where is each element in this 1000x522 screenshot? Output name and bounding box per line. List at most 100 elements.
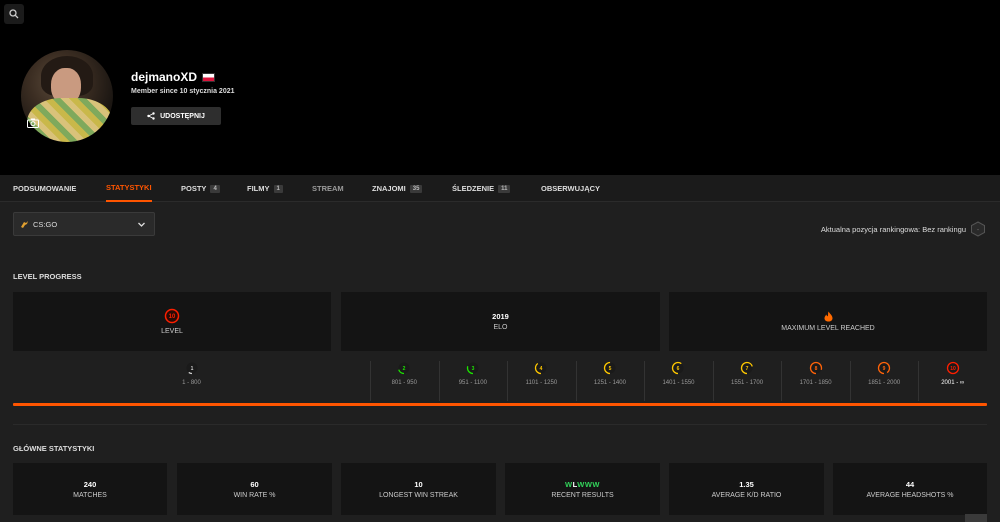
ranking-position: Aktualna pozycja rankingowa: Bez ranking…: [821, 221, 986, 237]
tab-badge: 11: [498, 184, 511, 193]
level-7-icon: 7: [740, 361, 754, 375]
tab-statystyki[interactable]: STATYSTYKI: [106, 175, 152, 202]
tab-podsumowanie[interactable]: PODSUMOWANIE: [13, 175, 76, 202]
camera-icon[interactable]: [27, 118, 39, 128]
share-button[interactable]: UDOSTĘPNIJ: [131, 107, 221, 125]
tab-badge: 1: [273, 184, 283, 193]
level-range: 1251 - 1400: [593, 380, 626, 386]
share-label: UDOSTĘPNIJ: [160, 112, 205, 120]
level-card-label: LEVEL: [161, 328, 183, 335]
stat-value: 1.35: [739, 479, 754, 489]
level-range: 1101 - 1250: [525, 380, 558, 386]
level-progress-bar: 1 1 - 800 2 801 - 950 3 951 - 1100 4 1101 - 125…: [13, 355, 987, 407]
tab-badge: 35: [409, 184, 423, 193]
level-card: 10 LEVEL: [13, 292, 331, 351]
ranking-text: Aktualna pozycja rankingowa: Bez ranking…: [820, 224, 966, 234]
result-win: W: [564, 479, 573, 489]
svg-text:10: 10: [169, 314, 176, 320]
recent-results-value: WLWWW: [565, 480, 600, 489]
stat-label: LONGEST WIN STREAK: [379, 491, 458, 499]
level-range: 1401 - 1550: [662, 380, 695, 386]
level-segment: 3 951 - 1100: [439, 361, 508, 401]
member-since: Member since 10 stycznia 2021: [131, 88, 235, 95]
stat-value: 44: [905, 479, 915, 489]
tab-sledzenie[interactable]: ŚLEDZENIE 11: [452, 175, 511, 202]
level-segment: 9 1851 - 2000: [850, 361, 919, 401]
result-win: W: [592, 479, 601, 489]
stat-card-headshots: 44 AVERAGE HEADSHOTS %: [833, 463, 987, 515]
stat-value: 240: [83, 479, 97, 489]
level-number: 2: [403, 366, 406, 372]
share-icon: [147, 112, 155, 120]
tab-obserwujacy[interactable]: OBSERWUJĄCY: [541, 175, 600, 202]
scrollbar-thumb[interactable]: [965, 514, 987, 522]
search-icon: [9, 9, 19, 19]
stat-label: MATCHES: [73, 491, 107, 499]
tab-label: STATYSTYKI: [106, 183, 152, 192]
stat-value: 60: [250, 479, 259, 489]
fire-icon: [824, 311, 832, 322]
stat-card-win-rate: 60 WIN RATE %: [177, 463, 332, 515]
level-range: 2001 - ∞: [941, 380, 965, 386]
stat-card-longest-win-streak: 10 LONGEST WIN STREAK: [341, 463, 496, 515]
tab-label: POSTY: [181, 184, 207, 193]
level-range: 801 - 950: [391, 380, 417, 386]
level-segment: 6 1401 - 1550: [644, 361, 713, 401]
stat-card-kd-ratio: 1.35 AVERAGE K/D RATIO: [669, 463, 824, 515]
elo-label: ELO: [493, 324, 508, 331]
section-divider: [13, 424, 987, 425]
tab-filmy[interactable]: FILMY 1: [247, 175, 283, 202]
level-4-icon: 4: [535, 361, 548, 375]
stat-card-recent-results: WLWWW RECENT RESULTS: [505, 463, 660, 515]
level-range: 1551 - 1700: [731, 380, 764, 386]
game-select-value: CS:GO: [33, 219, 58, 229]
level-number: 6: [677, 366, 680, 372]
level-segment: 5 1251 - 1400: [576, 361, 645, 401]
tab-posty[interactable]: POSTY 4: [181, 175, 220, 202]
level-5-icon: 5: [603, 361, 617, 375]
level-10-icon: 10: [164, 308, 180, 324]
stat-card-matches: 240 MATCHES: [13, 463, 167, 515]
level-progress-title: LEVEL PROGRESS: [13, 272, 82, 281]
max-level-card: MAXIMUM LEVEL REACHED: [669, 292, 987, 351]
username-text: dejmanoXD: [131, 70, 198, 84]
level-range: 951 - 1100: [458, 380, 487, 386]
tab-znajomi[interactable]: ZNAJOMI 35: [372, 175, 423, 202]
level-2-icon: 2: [398, 361, 411, 375]
level-number: 9: [883, 366, 886, 372]
level-number: 8: [814, 366, 817, 372]
avatar[interactable]: [21, 50, 113, 142]
level-segment: 1 1 - 800: [13, 361, 370, 401]
level-number: 10: [950, 366, 956, 372]
level-number: 5: [609, 366, 612, 372]
level-number: 7: [746, 366, 749, 372]
tab-stream[interactable]: STREAM: [312, 175, 344, 202]
level-3-icon: 3: [466, 361, 479, 375]
search-button[interactable]: [4, 4, 24, 24]
level-segment: 10 2001 - ∞: [918, 361, 987, 401]
stat-value: 10: [414, 479, 423, 489]
chevron-down-icon: [138, 222, 145, 227]
stat-label: RECENT RESULTS: [551, 491, 614, 499]
level-range: 1851 - 2000: [868, 380, 901, 386]
game-select[interactable]: CS:GO: [13, 212, 155, 236]
result-win: W: [577, 479, 585, 489]
tab-label: STREAM: [312, 184, 344, 193]
poland-flag-icon: [202, 72, 216, 82]
profile-tabs: PODSUMOWANIE STATYSTYKI POSTY 4 FILMY 1 ST…: [0, 175, 1000, 202]
level-number: 1: [190, 366, 193, 372]
level-6-icon: 6: [672, 361, 685, 375]
username: dejmanoXD: [131, 70, 216, 84]
elo-value: 2019: [492, 312, 509, 321]
level-segment: 4 1101 - 1250: [507, 361, 576, 401]
level-segment: 7 1551 - 1700: [713, 361, 782, 401]
level-range: 1701 - 1850: [799, 380, 832, 386]
tab-label: ŚLEDZENIE: [452, 184, 495, 193]
tab-label: ZNAJOMI: [372, 184, 406, 193]
tab-label: PODSUMOWANIE: [13, 184, 77, 193]
level-number: 3: [471, 366, 474, 372]
level-range: 1 - 800: [182, 380, 201, 386]
elo-card: 2019 ELO: [341, 292, 660, 351]
max-level-label: MAXIMUM LEVEL REACHED: [781, 325, 875, 332]
level-segment: 2 801 - 950: [370, 361, 439, 401]
